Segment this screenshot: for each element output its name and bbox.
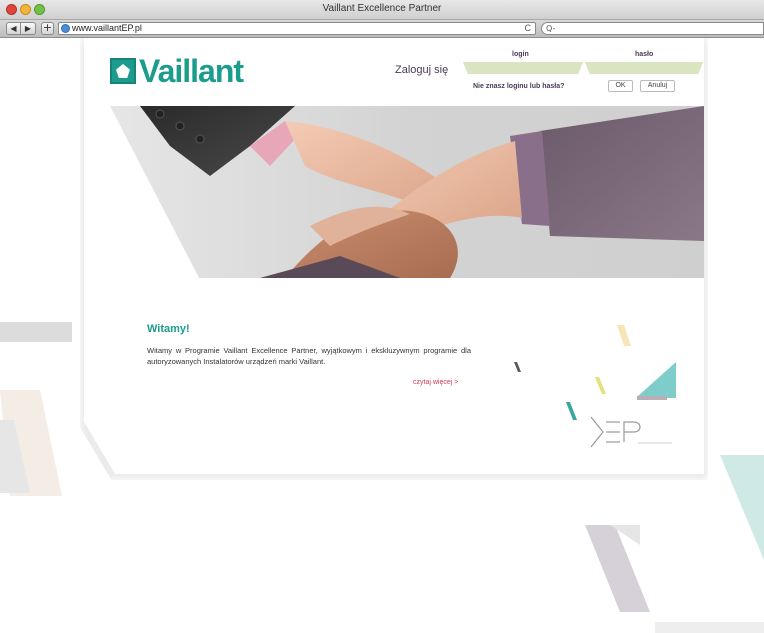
ep-logo: [586, 412, 676, 456]
ep-logo-icon: [590, 416, 672, 448]
ep-decoration: [514, 325, 676, 420]
